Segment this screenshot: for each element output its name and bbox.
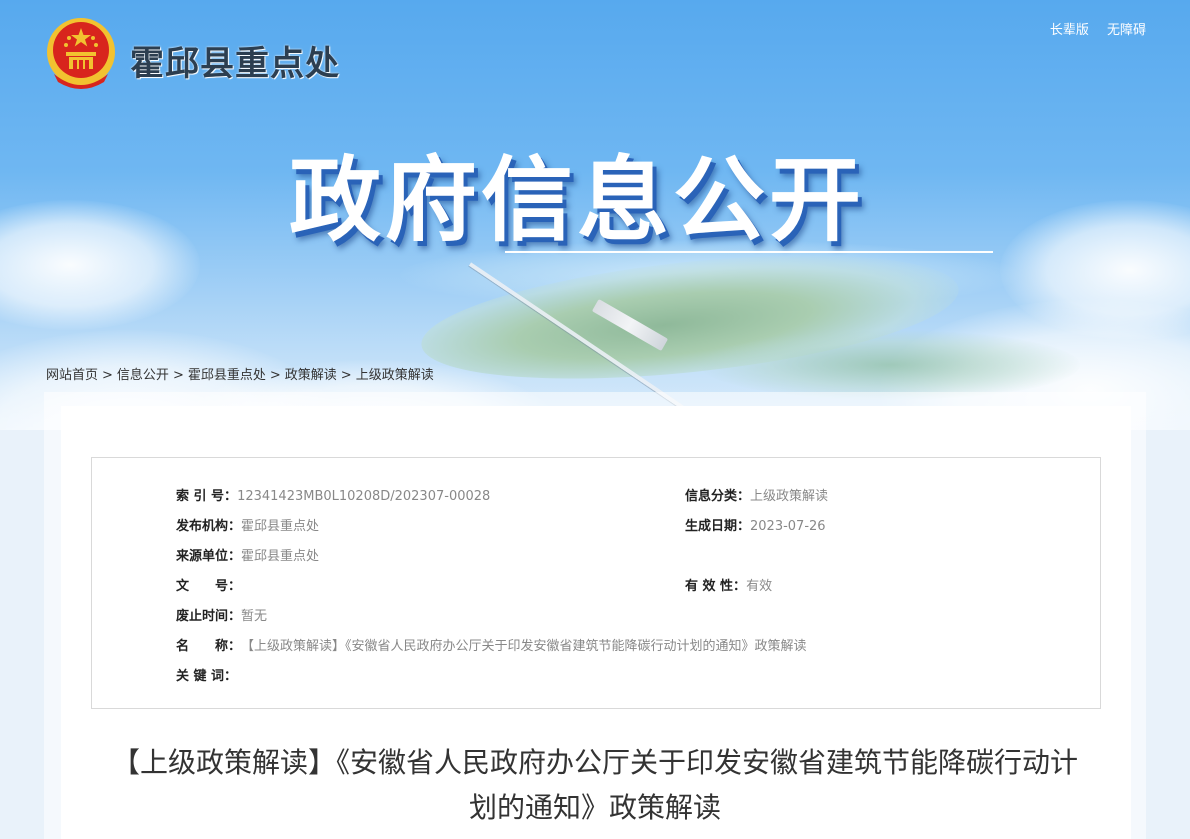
meta-abolish: 废止时间：暂无: [176, 609, 268, 624]
meta-category: 信息分类：上级政策解读: [685, 489, 829, 504]
accessibility-link[interactable]: 无障碍: [1107, 23, 1146, 38]
hero-underline: [505, 251, 993, 253]
meta-name: 名 称：【上级政策解读】《安徽省人民政府办公厅关于印发安徽省建筑节能降碳行动计划…: [176, 639, 807, 654]
site-name[interactable]: 霍邱县重点处: [130, 36, 340, 85]
article-title: 【上级政策解读】《安徽省人民政府办公厅关于印发安徽省建筑节能降碳行动计划的通知》…: [111, 746, 1078, 824]
top-links: 长辈版 无障碍: [1036, 19, 1146, 38]
hero-title: 政府信息公开: [289, 147, 866, 254]
breadcrumb-current[interactable]: 上级政策解读: [356, 368, 434, 383]
meta-validity: 有 效 性：有效: [685, 579, 773, 594]
breadcrumb-separator: >: [102, 368, 113, 383]
breadcrumb: 网站首页 > 信息公开 > 霍邱县重点处 > 政策解读 > 上级政策解读: [46, 364, 434, 383]
breadcrumb-separator: >: [340, 368, 352, 383]
breadcrumb-policy[interactable]: 政策解读: [285, 368, 337, 383]
meta-index: 索 引 号：12341423MB0L10208D/202307-00028: [176, 489, 491, 504]
breadcrumb-separator: >: [269, 368, 281, 383]
meta-docno: 文 号：: [176, 579, 242, 594]
breadcrumb-info-public[interactable]: 信息公开: [117, 368, 169, 383]
meta-source: 来源单位：霍邱县重点处: [176, 549, 320, 564]
breadcrumb-department[interactable]: 霍邱县重点处: [188, 368, 266, 383]
island: [700, 330, 1080, 400]
national-emblem-icon[interactable]: [44, 16, 118, 92]
meta-keywords: 关 键 词：: [176, 669, 238, 684]
breadcrumb-separator: >: [172, 368, 184, 383]
cloud: [0, 200, 200, 330]
elder-mode-link[interactable]: 长辈版: [1050, 23, 1089, 38]
breadcrumb-home[interactable]: 网站首页: [46, 368, 98, 383]
meta-date: 生成日期：2023-07-26: [685, 519, 826, 534]
meta-publisher: 发布机构：霍邱县重点处: [176, 519, 320, 534]
